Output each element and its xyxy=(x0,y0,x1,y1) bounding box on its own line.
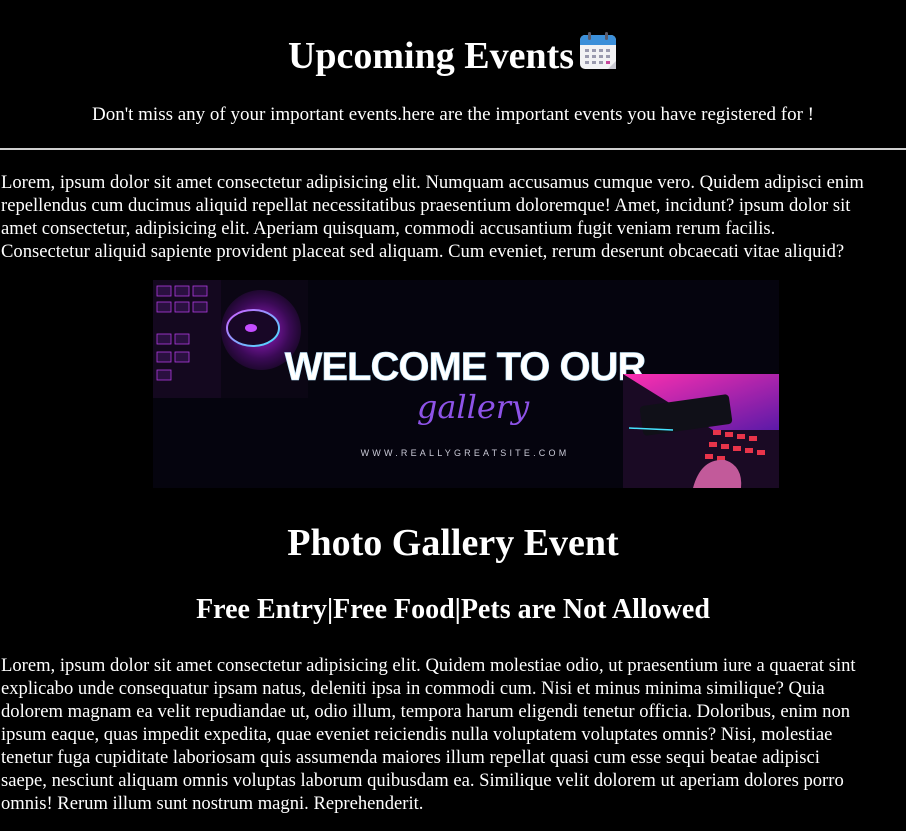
event-description-line: dolorem magnam ea velit repudiandae ut, … xyxy=(1,701,851,722)
gallery-banner-image: WELCOME TO OUR gallery WWW.REALLYGREATSI… xyxy=(153,280,779,488)
calendar-icon xyxy=(578,31,618,71)
banner-website: WWW.REALLYGREATSITE.COM xyxy=(361,448,570,458)
event-title: Photo Gallery Event xyxy=(287,522,619,564)
page-title-text: Upcoming Events xyxy=(287,35,575,77)
intro-line: Lorem, ipsum dolor sit amet consectetur … xyxy=(1,172,864,193)
event-tagline: Free Entry|Free Food|Pets are Not Allowe… xyxy=(196,594,710,625)
banner-headline: WELCOME TO OUR xyxy=(285,345,647,389)
event-description-line: ipsum eaque, quas impedit expedita, quae… xyxy=(1,724,833,745)
hands-keyboard-photo xyxy=(623,374,779,488)
page-title: Upcoming Events xyxy=(0,0,906,77)
event-description-line: tenetur fuga cupiditate laboriosam quis … xyxy=(1,747,820,768)
divider xyxy=(0,148,906,150)
page: Upcoming Events Don't miss any of your i… xyxy=(0,0,906,831)
event-description-line: saepe, nesciunt aliquam omnis voluptas l… xyxy=(1,770,844,791)
intro-paragraph: Lorem, ipsum dolor sit amet consectetur … xyxy=(0,171,906,263)
banner-script: gallery xyxy=(417,388,530,426)
intro-line: Consectetur aliquid sapiente provident p… xyxy=(1,241,845,262)
intro-line: repellendus cum ducimus aliquid repellat… xyxy=(1,195,851,216)
page-subtitle: Don't miss any of your important events.… xyxy=(91,104,815,125)
intro-line: amet consectetur, adipisicing elit. Aper… xyxy=(1,218,776,239)
event-description-line: omnis! Rerum illum sunt nostrum magni. R… xyxy=(1,793,424,814)
event-description-line: explicabo unde consequatur ipsam natus, … xyxy=(1,678,825,699)
event-description-line: Lorem, ipsum dolor sit amet consectetur … xyxy=(1,655,856,676)
event-description: Lorem, ipsum dolor sit amet consectetur … xyxy=(0,654,906,815)
